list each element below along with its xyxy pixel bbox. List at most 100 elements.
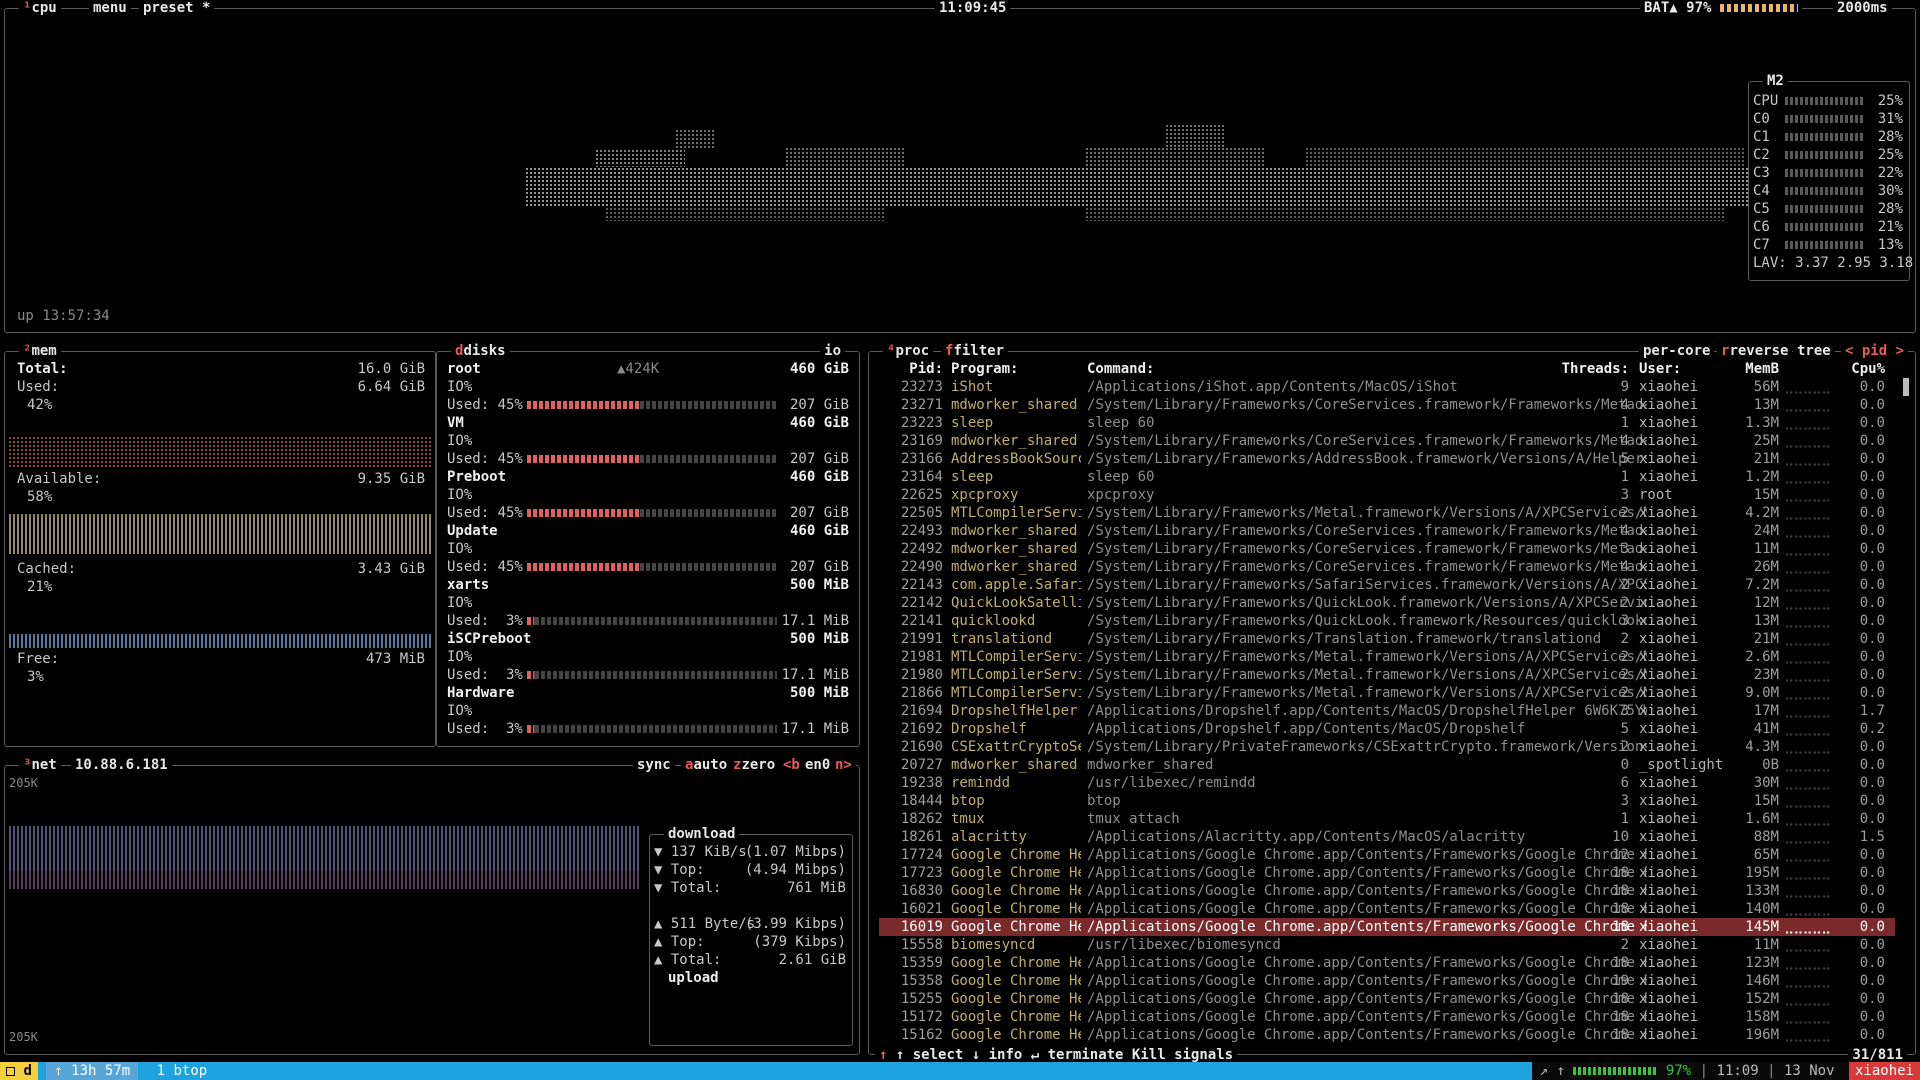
filter-button[interactable]: ffilter bbox=[941, 343, 1009, 359]
download-rate-bits: (1.07 Mibps) bbox=[744, 844, 846, 860]
table-row[interactable]: 21991 translationd/System/Library/Framewo… bbox=[879, 630, 1895, 648]
disk-io-label: IO% bbox=[447, 379, 473, 395]
table-row[interactable]: 22490 mdworker_shared/System/Library/Fram… bbox=[879, 558, 1895, 576]
proc-program: MTLCompilerServi bbox=[951, 667, 1081, 683]
table-row[interactable]: 15359 Google Chrome He/Applications/Googl… bbox=[879, 954, 1895, 972]
tree-toggle[interactable]: tree bbox=[1793, 343, 1835, 359]
proc-cpu: 0.0 bbox=[1859, 487, 1885, 503]
table-row[interactable]: 17724 Google Chrome He/Applications/Googl… bbox=[879, 846, 1895, 864]
cpu-tab[interactable]: cpu bbox=[31, 0, 56, 16]
table-row[interactable]: 16021 Google Chrome He/Applications/Googl… bbox=[879, 900, 1895, 918]
table-row[interactable]: 23273 iShot/Applications/iShot.app/Conten… bbox=[879, 378, 1895, 396]
proc-user: xiaohei bbox=[1639, 883, 1699, 899]
zero-toggle[interactable]: zzero bbox=[729, 757, 780, 773]
net-tab[interactable]: ³net bbox=[19, 757, 61, 773]
io-toggle[interactable]: io bbox=[820, 343, 845, 359]
col-program[interactable]: Program: bbox=[951, 360, 1081, 378]
proc-command: /Applications/Dropshelf.app/Contents/Mac… bbox=[1087, 703, 1647, 719]
table-row[interactable]: 15172 Google Chrome He/Applications/Googl… bbox=[879, 1008, 1895, 1026]
table-row[interactable]: 17723 Google Chrome He/Applications/Googl… bbox=[879, 864, 1895, 882]
reverse-toggle[interactable]: rreverse bbox=[1717, 343, 1793, 359]
next-interface[interactable]: n> bbox=[831, 757, 856, 773]
proc-threads: 3 bbox=[1620, 487, 1629, 503]
table-row[interactable]: 15558 biomesyncd/usr/libexec/biomesyncd 2 x… bbox=[879, 936, 1895, 954]
table-row[interactable]: 23169 mdworker_shared/System/Library/Fram… bbox=[879, 432, 1895, 450]
proc-command: /System/Library/Frameworks/Metal.framewo… bbox=[1087, 505, 1647, 521]
table-row[interactable]: 20727 mdworker_shared mdworker_shared 0 _spo… bbox=[879, 756, 1895, 774]
col-user[interactable]: User: bbox=[1639, 360, 1719, 378]
kill-action[interactable]: Kill bbox=[1132, 1047, 1166, 1063]
session-badge[interactable]: d bbox=[0, 1062, 38, 1080]
proc-user: _spotlight bbox=[1639, 757, 1724, 773]
proc-mem: 13M bbox=[1753, 397, 1779, 413]
table-row[interactable]: 22141 quicklookd/System/Library/Framework… bbox=[879, 612, 1895, 630]
menu-tab[interactable]: menu bbox=[89, 0, 131, 16]
sort-selector[interactable]: < pid > bbox=[1841, 343, 1909, 359]
mem-cached-label: Cached: bbox=[17, 561, 77, 577]
info-action[interactable]: info ↵ bbox=[989, 1047, 1040, 1063]
table-row[interactable]: 21694 DropshelfHelper/Applications/Dropsh… bbox=[879, 702, 1895, 720]
table-row[interactable]: 21692 Dropshelf/Applications/Dropshelf.ap… bbox=[879, 720, 1895, 738]
table-row[interactable]: 15358 Google Chrome He/Applications/Googl… bbox=[879, 972, 1895, 990]
proc-threads: 18 bbox=[1612, 1009, 1629, 1025]
table-row[interactable]: 21981 MTLCompilerServi/System/Library/Fra… bbox=[879, 648, 1895, 666]
proc-pid: 21690 bbox=[900, 739, 943, 755]
sync-toggle[interactable]: sync bbox=[633, 757, 675, 773]
preset-tab[interactable]: preset * bbox=[139, 0, 215, 16]
proc-program: Google Chrome He bbox=[951, 991, 1081, 1007]
table-row[interactable]: 21690 CSExattrCryptoSe/System/Library/Pri… bbox=[879, 738, 1895, 756]
window-tab[interactable]: 1 btop bbox=[147, 1062, 218, 1080]
table-row[interactable]: 22492 mdworker_shared/System/Library/Fram… bbox=[879, 540, 1895, 558]
core-row: C6 21% bbox=[1753, 218, 1905, 236]
table-row[interactable]: 18261 alacritty/Applications/Alacritty.ap… bbox=[879, 828, 1895, 846]
proc-program: Google Chrome He bbox=[951, 901, 1081, 917]
core-name: C7 bbox=[1753, 237, 1770, 253]
table-row[interactable]: 22142 QuickLookSatelli/System/Library/Fra… bbox=[879, 594, 1895, 612]
proc-mem-graph: ⣀⣀⣀⣀⣀ bbox=[1784, 775, 1831, 791]
table-row[interactable]: 19238 remindd/usr/libexec/remindd 6 xiaohei… bbox=[879, 774, 1895, 792]
proc-command: tmux attach bbox=[1087, 811, 1180, 827]
table-row[interactable]: 16830 Google Chrome He/Applications/Googl… bbox=[879, 882, 1895, 900]
table-row[interactable]: 22143 com.apple.Safari/System/Library/Fra… bbox=[879, 576, 1895, 594]
per-core-toggle[interactable]: per-core bbox=[1639, 343, 1715, 359]
table-row[interactable]: 23271 mdworker_shared/System/Library/Fram… bbox=[879, 396, 1895, 414]
disks-tab[interactable]: ddisks bbox=[451, 343, 510, 359]
proc-threads: 18 bbox=[1612, 883, 1629, 899]
table-row[interactable]: 21980 MTLCompilerServi/System/Library/Fra… bbox=[879, 666, 1895, 684]
disk-free-meter bbox=[639, 401, 777, 409]
col-cpu[interactable]: Cpu% bbox=[1839, 360, 1885, 378]
col-threads[interactable]: Threads: bbox=[1519, 360, 1629, 378]
proc-mem: 195M bbox=[1745, 865, 1779, 881]
upload-total: 2.61 GiB bbox=[778, 952, 846, 968]
col-pid[interactable]: Pid: bbox=[879, 360, 943, 378]
proc-threads: 2 bbox=[1620, 505, 1629, 521]
table-row[interactable]: 18262 tmux tmux attach 1 xiaohei 1.6M ⣀⣀⣀⣀⣀ 0.0 bbox=[879, 810, 1895, 828]
table-row[interactable]: 21866 MTLCompilerServi/System/Library/Fra… bbox=[879, 684, 1895, 702]
proc-command: /Applications/Google Chrome.app/Contents… bbox=[1087, 919, 1647, 935]
table-row[interactable]: 18444 btop btop 3 xiaohei 15M ⣀⣀⣀⣀⣀ 0.0 bbox=[879, 792, 1895, 810]
proc-user: xiaohei bbox=[1639, 415, 1699, 431]
proc-cpu: 0.0 bbox=[1859, 757, 1885, 773]
terminate-action[interactable]: terminate bbox=[1048, 1047, 1124, 1063]
table-row[interactable]: 23166 AddressBookSourc/System/Library/Fra… bbox=[879, 450, 1895, 468]
cpu-tab-group[interactable]: ¹cpu bbox=[19, 0, 61, 16]
table-row[interactable]: 22493 mdworker_shared/System/Library/Fram… bbox=[879, 522, 1895, 540]
table-row[interactable]: 22625 xpcproxy xpcproxy 3 root 15M ⣀⣀⣀⣀⣀ 0.0 bbox=[879, 486, 1895, 504]
col-mem[interactable]: MemB bbox=[1729, 360, 1779, 378]
table-row[interactable]: 23164 sleep sleep 60 1 xiaohei 1.2M ⣀⣀⣀⣀⣀ 0.0 bbox=[879, 468, 1895, 486]
table-row[interactable]: 22505 MTLCompilerServi/System/Library/Fra… bbox=[879, 504, 1895, 522]
select-action[interactable]: ↑ select ↓ bbox=[896, 1047, 980, 1063]
table-row[interactable]: 23223 sleep sleep 60 1 xiaohei 1.3M ⣀⣀⣀⣀⣀ 0.0 bbox=[879, 414, 1895, 432]
proc-program: Google Chrome He bbox=[951, 1027, 1081, 1043]
mem-tab[interactable]: ²mem bbox=[19, 343, 61, 359]
auto-toggle[interactable]: aauto bbox=[681, 757, 732, 773]
proc-tab[interactable]: ⁴proc bbox=[883, 343, 934, 359]
signals-action[interactable]: signals bbox=[1174, 1047, 1233, 1063]
proc-scrollbar[interactable] bbox=[1903, 378, 1909, 396]
proc-program: mdworker_shared bbox=[951, 559, 1078, 575]
table-row[interactable]: 15255 Google Chrome He/Applications/Googl… bbox=[879, 990, 1895, 1008]
proc-cpu: 0.0 bbox=[1859, 613, 1885, 629]
table-row-selected[interactable]: 16019 Google Chrome He/Applications/Googl… bbox=[879, 918, 1895, 936]
interval-selector[interactable]: 2000ms bbox=[1833, 0, 1892, 16]
table-row[interactable]: 15162 Google Chrome He/Applications/Googl… bbox=[879, 1026, 1895, 1044]
